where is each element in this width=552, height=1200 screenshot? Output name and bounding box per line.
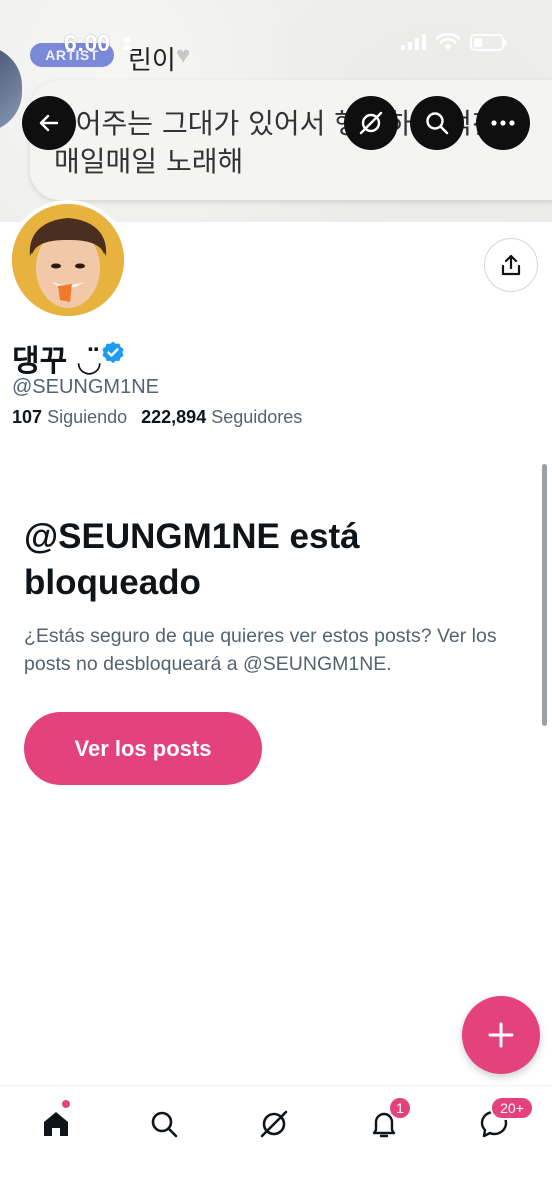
status-icons bbox=[401, 33, 507, 51]
arrow-left-icon bbox=[39, 114, 59, 132]
home-unread-dot bbox=[62, 1100, 70, 1108]
blocked-title: @SEUNGM1NE está bloqueado bbox=[24, 517, 360, 602]
compose-button[interactable] bbox=[462, 996, 540, 1074]
tab-home[interactable] bbox=[32, 1100, 80, 1148]
lyric-line-2: 매일매일 노래해 bbox=[54, 145, 244, 178]
heart-icon: ♥ bbox=[176, 42, 191, 69]
banner-username: 린이 bbox=[128, 46, 176, 76]
scrollbar[interactable] bbox=[542, 464, 547, 726]
view-posts-button[interactable]: Ver los posts bbox=[24, 712, 262, 785]
followers-label: Seguidores bbox=[211, 407, 303, 427]
tab-search[interactable] bbox=[140, 1100, 188, 1148]
blocked-description: ¿Estás seguro de que quieres ver estos p… bbox=[24, 625, 497, 675]
following-stat[interactable]: 107 Siguiendo bbox=[12, 407, 127, 428]
notifications-badge: 1 bbox=[388, 1096, 412, 1120]
share-icon bbox=[501, 254, 521, 276]
wifi-icon bbox=[436, 33, 460, 50]
search-icon bbox=[426, 112, 449, 135]
cellular-signal-icon bbox=[401, 34, 426, 50]
search-icon bbox=[151, 1111, 178, 1138]
verified-badge-icon[interactable] bbox=[100, 340, 126, 366]
avatar-image bbox=[12, 204, 124, 316]
plus-icon bbox=[488, 1022, 514, 1048]
bottom-tab-bar: 1 20+ bbox=[0, 1085, 552, 1200]
battery-icon bbox=[470, 33, 507, 51]
grok-icon bbox=[260, 1110, 288, 1138]
search-button[interactable] bbox=[410, 96, 464, 150]
back-button[interactable] bbox=[22, 96, 76, 150]
profile-stats: 107 Siguiendo 222,894 Seguidores bbox=[12, 407, 302, 428]
home-icon bbox=[44, 1112, 68, 1136]
following-label: Siguiendo bbox=[47, 407, 128, 427]
tab-grok[interactable] bbox=[250, 1100, 298, 1148]
messages-badge: 20+ bbox=[490, 1096, 534, 1120]
following-count: 107 bbox=[12, 407, 43, 427]
followers-stat[interactable]: 222,894 Seguidores bbox=[141, 407, 302, 428]
grok-icon bbox=[359, 111, 383, 135]
followers-count: 222,894 bbox=[141, 407, 207, 427]
profile-handle: @SEUNGM1NE bbox=[12, 376, 159, 398]
more-options-button[interactable] bbox=[476, 96, 530, 150]
profile-avatar[interactable] bbox=[8, 200, 128, 320]
person-icon bbox=[122, 37, 132, 50]
status-time: 6:00 bbox=[64, 30, 111, 56]
grok-button[interactable] bbox=[344, 96, 398, 150]
banner-avatar-image bbox=[0, 46, 22, 132]
share-button[interactable] bbox=[484, 238, 538, 292]
more-horizontal-icon bbox=[491, 120, 515, 126]
display-name: 댕꾸 ◡̈ bbox=[12, 344, 101, 379]
